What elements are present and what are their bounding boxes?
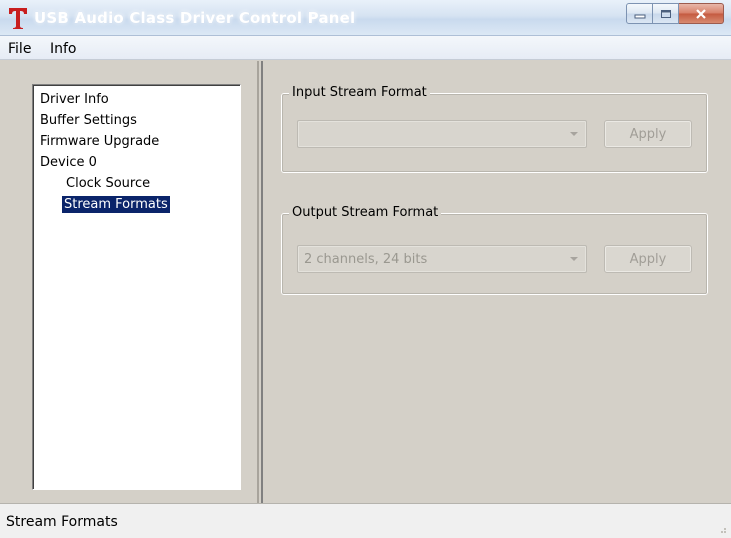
output-apply-button[interactable]: Apply bbox=[604, 245, 692, 273]
input-stream-title: Input Stream Format bbox=[289, 85, 430, 100]
status-bar: Stream Formats bbox=[0, 503, 731, 538]
tree-item-firmware-upgrade[interactable]: Firmware Upgrade bbox=[38, 133, 161, 150]
input-format-select[interactable] bbox=[297, 120, 587, 148]
menu-file[interactable]: File bbox=[8, 41, 31, 57]
tree-item-driver-info[interactable]: Driver Info bbox=[38, 91, 111, 108]
input-stream-group: Input Stream Format Apply bbox=[281, 85, 708, 173]
title-bar[interactable]: USB Audio Class Driver Control Panel bbox=[0, 0, 731, 36]
tree-item-device-0[interactable]: Device 0 bbox=[38, 154, 99, 171]
content-pane: Input Stream Format Apply Output Stream … bbox=[265, 61, 731, 503]
close-icon bbox=[696, 8, 706, 19]
tree-item-stream-formats[interactable]: Stream Formats bbox=[62, 196, 170, 213]
input-apply-button[interactable]: Apply bbox=[604, 120, 692, 148]
close-button[interactable] bbox=[679, 3, 724, 24]
tree-item-clock-source[interactable]: Clock Source bbox=[64, 175, 152, 192]
window-title: USB Audio Class Driver Control Panel bbox=[34, 9, 356, 27]
left-pane: Driver Info Buffer Settings Firmware Upg… bbox=[0, 61, 257, 503]
pane-splitter[interactable] bbox=[257, 61, 265, 503]
status-text: Stream Formats bbox=[6, 514, 118, 530]
chevron-down-icon bbox=[570, 132, 578, 136]
menu-bar: File Info bbox=[0, 36, 731, 60]
minimize-button[interactable] bbox=[626, 3, 653, 24]
navigation-tree[interactable]: Driver Info Buffer Settings Firmware Upg… bbox=[32, 84, 241, 490]
chevron-down-icon bbox=[570, 257, 578, 261]
output-format-value: 2 channels, 24 bits bbox=[304, 252, 428, 267]
resize-grip-icon[interactable] bbox=[717, 524, 727, 534]
menu-info[interactable]: Info bbox=[50, 41, 77, 57]
caption-buttons bbox=[626, 3, 724, 25]
minimize-icon bbox=[634, 14, 645, 18]
output-format-select[interactable]: 2 channels, 24 bits bbox=[297, 245, 587, 273]
maximize-icon bbox=[660, 9, 671, 18]
output-stream-title: Output Stream Format bbox=[289, 205, 442, 220]
app-window: USB Audio Class Driver Control Panel Fil… bbox=[0, 0, 731, 538]
maximize-button[interactable] bbox=[653, 3, 679, 24]
tree-item-buffer-settings[interactable]: Buffer Settings bbox=[38, 112, 139, 129]
app-logo-icon bbox=[8, 6, 28, 30]
output-stream-group: Output Stream Format 2 channels, 24 bits… bbox=[281, 205, 708, 295]
